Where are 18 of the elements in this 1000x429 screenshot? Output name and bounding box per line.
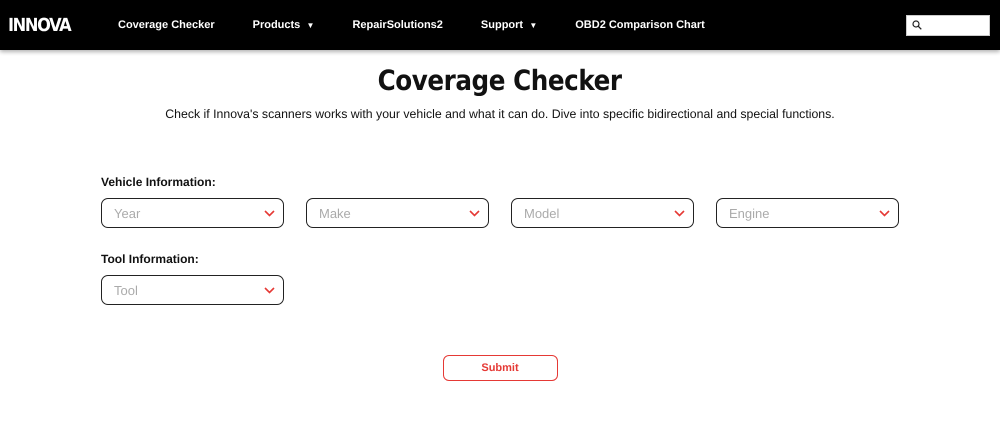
nav-link[interactable]: Support ▼ [480, 19, 538, 31]
chevron-down-icon [264, 286, 275, 294]
search-field[interactable] [906, 14, 990, 36]
section-label: Tool Information: [101, 252, 200, 266]
nav-link[interactable]: RepairSolutions2 [352, 19, 443, 31]
nav-link[interactable]: Products ▼ [252, 19, 314, 31]
logo[interactable]: INNOVA [8, 14, 98, 36]
submit-button[interactable]: Submit [442, 355, 558, 381]
section-label: Vehicle Information: [101, 175, 217, 189]
search-icon [912, 20, 922, 30]
nav-link[interactable]: Coverage Checker [118, 19, 215, 31]
chevron-down-icon [674, 210, 685, 216]
chevron-down-icon [469, 210, 480, 216]
page-title: Coverage Checker [378, 64, 622, 97]
page-description: Check if Innova's scanners works with your vehicle and what it can do. Dive into specific bidirectional and special functions. [165, 107, 835, 121]
nav-link[interactable]: OBD2 Comparison Chart [575, 19, 705, 31]
chevron-down-icon [264, 210, 275, 216]
chevron-down-icon [879, 210, 890, 216]
